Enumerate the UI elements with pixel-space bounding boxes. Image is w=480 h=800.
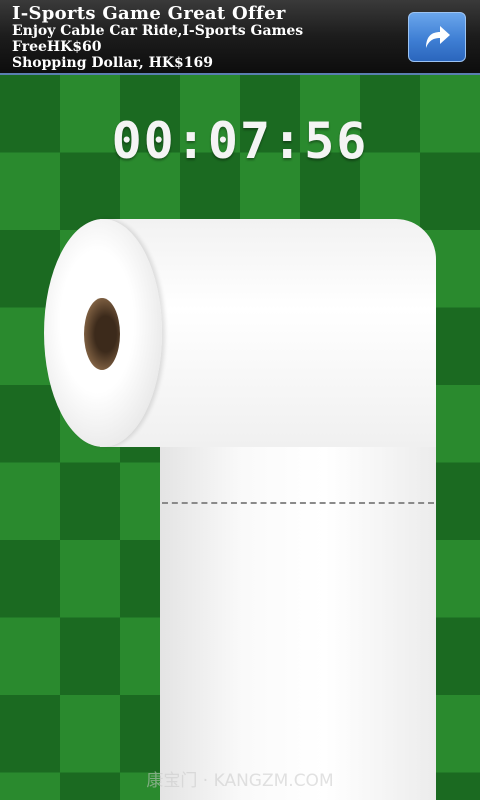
- ad-title[interactable]: I-Sports Game Great Offer: [12, 3, 392, 24]
- ad-open-button[interactable]: [408, 12, 466, 62]
- game-timer: 00:07:56: [111, 112, 369, 170]
- ad-text[interactable]: I-Sports Game Great Offer Enjoy Cable Ca…: [12, 3, 392, 72]
- ad-banner[interactable]: I-Sports Game Great Offer Enjoy Cable Ca…: [0, 0, 480, 75]
- game-screen: I-Sports Game Great Offer Enjoy Cable Ca…: [0, 0, 480, 800]
- watermark: 康宝门 · KANGZM.COM: [146, 771, 334, 791]
- toilet-roll-core: [84, 298, 120, 370]
- ad-line-2[interactable]: Shopping Dollar, HK$169: [12, 55, 392, 72]
- perforation-line: [162, 502, 434, 504]
- ad-line-1[interactable]: Enjoy Cable Car Ride,I-Sports Games Free…: [12, 23, 392, 55]
- share-arrow-icon: [426, 26, 450, 48]
